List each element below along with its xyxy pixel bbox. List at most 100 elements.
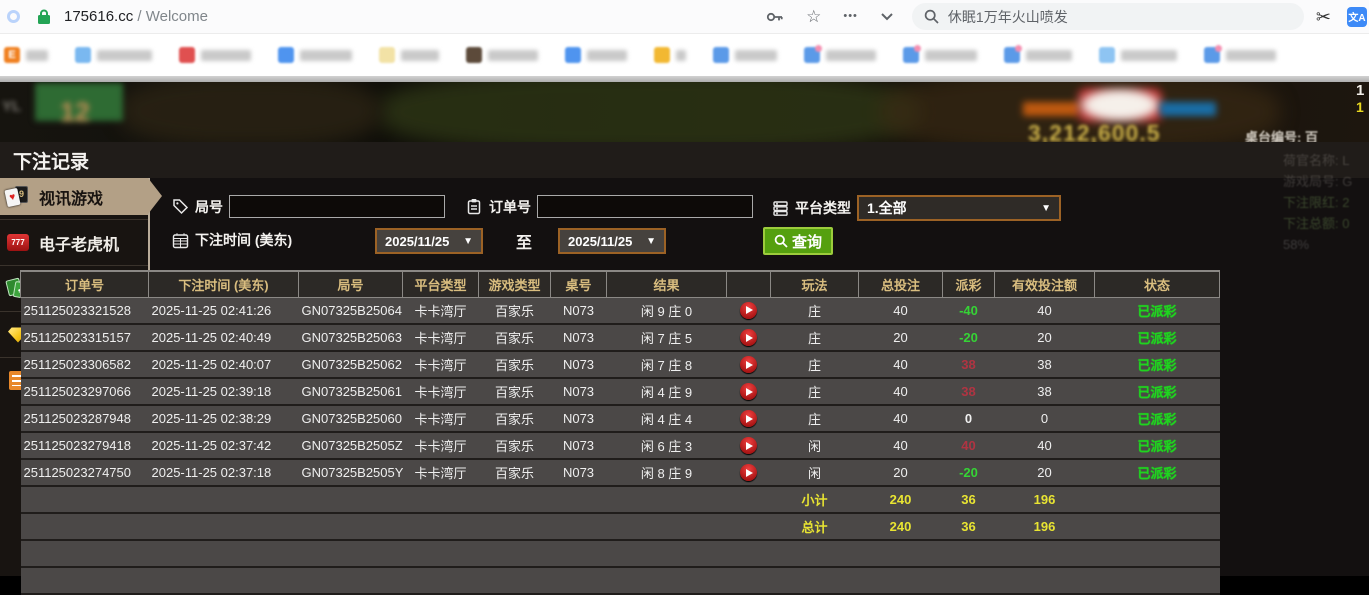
calendar-icon <box>172 232 189 249</box>
bet-type-cell: 闲 <box>770 431 859 460</box>
column-header: 平台类型 <box>402 270 479 298</box>
empty-cell <box>298 539 403 568</box>
table-row: 251125023274750 2025-11-25 02:37:18 GN0732… <box>20 458 1220 487</box>
platform-cell: 卡卡湾厅 <box>402 404 479 433</box>
table-number-cell: N073 <box>550 404 607 433</box>
bookmark-item[interactable] <box>379 47 439 63</box>
bookmark-favicon-icon <box>379 47 395 63</box>
play-cell <box>726 323 771 352</box>
bookmark-blurred-label <box>826 49 876 61</box>
total-bet-cell: 40 <box>858 431 943 460</box>
bookmark-item[interactable]: E <box>4 47 48 63</box>
bookmark-item[interactable] <box>565 47 627 63</box>
play-replay-icon[interactable] <box>740 383 757 401</box>
order-number-input[interactable] <box>537 195 753 218</box>
sidebar-item-slot-machine[interactable]: 777 电子老虎机 <box>0 224 148 261</box>
status-cell: 已派彩 <box>1094 350 1220 379</box>
bookmark-item[interactable] <box>278 47 352 63</box>
query-button[interactable]: 查询 <box>763 227 834 255</box>
sidebar-item-cards[interactable]: 9 ♥ 视讯游戏 <box>0 178 162 215</box>
empty-cell <box>478 485 551 514</box>
empty-cell <box>402 566 479 595</box>
bookmark-blurred-label <box>201 49 251 61</box>
play-replay-icon[interactable] <box>740 437 757 455</box>
round-number-cell: GN07325B25061 <box>298 377 403 406</box>
empty-cell <box>1094 539 1220 568</box>
table-header-row: 订单号 下注时间 (美东) 局号 平台类型 游戏类型 桌号 结果 玩法 总投注 派彩 有效投注额 状态 <box>20 270 1220 298</box>
play-replay-icon[interactable] <box>740 329 757 347</box>
bookmark-star-icon[interactable]: ☆ <box>806 8 821 25</box>
empty-cell <box>942 539 995 568</box>
order-number-cell: 251125023321528 <box>20 296 149 325</box>
bookmark-item[interactable] <box>179 47 251 63</box>
address-bar[interactable]: 175616.cc / Welcome <box>64 8 208 25</box>
empty-cell <box>148 566 299 595</box>
play-replay-icon[interactable] <box>740 301 757 319</box>
bookmark-favicon-icon <box>1204 45 1222 63</box>
page-title-bar: 下注记录 <box>0 142 1369 178</box>
payout-cell: -20 <box>942 323 995 352</box>
result-cell: 闲 6 庄 3 <box>606 431 727 460</box>
order-number-cell: 251125023274750 <box>20 458 149 487</box>
empty-cell <box>606 512 727 541</box>
bookmark-favicon-icon <box>466 47 482 63</box>
chevron-down-icon[interactable] <box>880 12 894 21</box>
empty-cell <box>298 512 403 541</box>
total-bet-cell: 40 <box>858 377 943 406</box>
empty-cell <box>770 539 859 568</box>
bookmark-item[interactable] <box>903 45 977 63</box>
play-replay-icon[interactable] <box>740 464 757 482</box>
extensions-dots-icon[interactable]: ••• <box>843 11 858 22</box>
secure-lock-icon[interactable] <box>37 9 51 25</box>
summary-label-cell: 总计 <box>770 512 859 541</box>
bookmark-blurred-label <box>587 49 627 61</box>
empty-cell <box>726 512 771 541</box>
column-header: 结果 <box>606 270 727 298</box>
game-type-cell: 百家乐 <box>478 350 551 379</box>
bookmark-blurred-label <box>401 49 439 61</box>
play-cell <box>726 458 771 487</box>
valid-bet-cell: 40 <box>994 296 1095 325</box>
play-replay-icon[interactable] <box>740 410 757 428</box>
bookmark-item[interactable] <box>466 47 538 63</box>
bookmark-item[interactable] <box>713 47 777 63</box>
round-number-cell: GN07325B25062 <box>298 350 403 379</box>
password-key-icon[interactable] <box>766 10 784 24</box>
date-to-select[interactable]: 2025/11/25 ▼ <box>558 228 666 254</box>
search-input[interactable]: 休眠1万年火山喷发 <box>911 3 1304 30</box>
bookmark-item[interactable] <box>1004 45 1072 63</box>
banner-corner-count-bottom: 1 <box>1356 99 1364 115</box>
column-header: 总投注 <box>858 270 943 298</box>
tag-icon <box>172 198 189 215</box>
empty-cell <box>942 566 995 595</box>
empty-cell <box>550 539 607 568</box>
bookmark-item[interactable] <box>75 47 152 63</box>
game-background-banner: YL 12 3,212,600.5 1 1 桌台编号: 百 <box>0 82 1369 142</box>
result-cell: 闲 4 庄 4 <box>606 404 727 433</box>
bet-time-cell: 2025-11-25 02:40:07 <box>148 350 299 379</box>
bookmark-item[interactable] <box>1099 47 1177 63</box>
banner-table-number-label: 桌台编号: 百 <box>1245 130 1318 142</box>
order-number-cell: 251125023315157 <box>20 323 149 352</box>
bookmark-favicon-icon <box>654 47 670 63</box>
bookmark-item[interactable] <box>1204 45 1276 63</box>
bookmark-item[interactable] <box>654 47 686 63</box>
translate-extension-icon[interactable]: 文A <box>1347 6 1367 27</box>
valid-bet-cell: 0 <box>994 404 1095 433</box>
order-number-cell: 251125023287948 <box>20 404 149 433</box>
table-number-cell: N073 <box>550 296 607 325</box>
summary-total-cell: 240 <box>858 512 943 541</box>
bookmark-blurred-label <box>925 49 977 61</box>
bet-records-table: 订单号 下注时间 (美东) 局号 平台类型 游戏类型 桌号 结果 玩法 总投注 派彩 有效投注额 状态… <box>20 270 1220 595</box>
platform-type-label: 平台类型 <box>795 200 851 216</box>
bookmark-item[interactable] <box>804 45 876 63</box>
round-number-input[interactable] <box>229 195 445 218</box>
play-cell <box>726 296 771 325</box>
scissors-extension-icon[interactable]: ✂ <box>1316 8 1331 26</box>
platform-type-select[interactable]: 1.全部 ▼ <box>857 195 1061 221</box>
empty-cell <box>298 566 403 595</box>
date-from-select[interactable]: 2025/11/25 ▼ <box>375 228 483 254</box>
table-number-cell: N073 <box>550 458 607 487</box>
play-replay-icon[interactable] <box>740 356 757 374</box>
valid-bet-cell: 38 <box>994 377 1095 406</box>
